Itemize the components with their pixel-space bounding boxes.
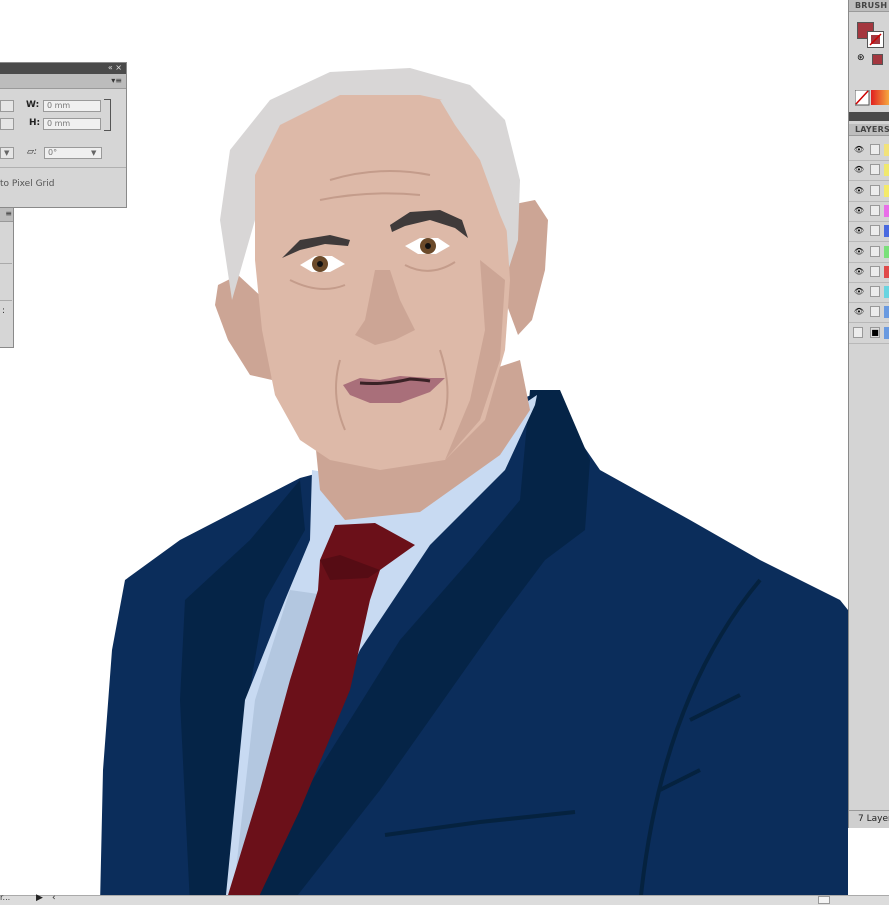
lock-toggle[interactable] bbox=[870, 306, 880, 318]
layer-color-chip bbox=[884, 306, 889, 319]
pupil-left bbox=[317, 261, 323, 267]
layer-row[interactable]: 👁 bbox=[849, 242, 889, 263]
layer-row[interactable]: 👁 bbox=[849, 221, 889, 243]
layer-row-locked[interactable]: ■ bbox=[849, 323, 889, 344]
layer-color-chip bbox=[884, 265, 889, 278]
layer-row[interactable]: 👁 bbox=[849, 282, 889, 304]
lock-toggle[interactable] bbox=[870, 204, 880, 216]
status-bar: r... ▶ ‹ bbox=[0, 893, 889, 905]
secondary-panel-colon: : bbox=[2, 306, 6, 316]
width-field[interactable]: 0 mm bbox=[43, 100, 101, 112]
rotate-dropdown-icon[interactable]: ▼ bbox=[4, 149, 9, 157]
visibility-eye-icon[interactable]: 👁 bbox=[853, 287, 865, 296]
divider bbox=[0, 300, 12, 301]
x-field[interactable] bbox=[0, 100, 14, 112]
right-dock: BRUSH ⊛ LAYERS 👁 👁 👁 👁 👁 👁 👁 👁 👁 ■ 7 Layers bbox=[848, 0, 889, 828]
color-swatch-small[interactable] bbox=[872, 54, 883, 65]
lock-icon[interactable]: ■ bbox=[870, 326, 880, 338]
secondary-panel-menu-icon[interactable]: ≡ bbox=[5, 208, 12, 220]
visibility-eye-icon[interactable]: 👁 bbox=[853, 186, 865, 195]
shear-icon: ▱: bbox=[27, 147, 37, 157]
tab-brushes[interactable]: BRUSH bbox=[849, 0, 889, 12]
layer-row[interactable]: 👁 bbox=[849, 160, 889, 182]
visibility-toggle[interactable] bbox=[853, 326, 863, 338]
panel-menu-icon[interactable]: ▾≡ bbox=[111, 74, 122, 88]
visibility-eye-icon[interactable]: 👁 bbox=[853, 145, 865, 154]
layer-color-chip bbox=[884, 184, 889, 197]
play-icon[interactable]: ▶ bbox=[36, 893, 43, 903]
layer-color-chip bbox=[884, 164, 889, 177]
height-label: H: bbox=[29, 118, 41, 128]
layer-color-chip bbox=[884, 286, 889, 299]
divider bbox=[0, 263, 12, 264]
constrain-proportions-icon[interactable] bbox=[104, 99, 111, 131]
gradient-none-icon[interactable] bbox=[855, 90, 889, 106]
visibility-eye-icon[interactable]: 👁 bbox=[853, 267, 865, 276]
transform-panel: « × ▾≡ W: 0 mm H: 0 mm ▼ ▱: 0° ▼ to Pixe… bbox=[0, 62, 127, 208]
visibility-eye-icon[interactable]: 👁 bbox=[853, 307, 865, 316]
artboard-illustration[interactable] bbox=[0, 0, 889, 905]
layer-row[interactable]: 👁 bbox=[849, 201, 889, 222]
y-field[interactable] bbox=[0, 118, 14, 130]
lock-toggle[interactable] bbox=[870, 144, 880, 155]
transform-panel-tabbar: ▾≡ bbox=[0, 74, 126, 89]
status-text: r... bbox=[0, 893, 11, 902]
scroll-thumb[interactable] bbox=[818, 896, 830, 904]
lock-toggle[interactable] bbox=[870, 225, 880, 237]
layers-count: 7 Layers bbox=[849, 810, 889, 828]
tab-layers[interactable]: LAYERS bbox=[849, 124, 889, 136]
layer-color-chip bbox=[884, 245, 889, 258]
layer-row[interactable]: 👁 bbox=[849, 302, 889, 324]
lock-toggle[interactable] bbox=[870, 265, 880, 277]
width-label: W: bbox=[26, 100, 40, 110]
visibility-eye-icon[interactable]: 👁 bbox=[853, 226, 865, 235]
visibility-eye-icon[interactable]: 👁 bbox=[853, 206, 865, 215]
dock-divider-bar bbox=[849, 112, 889, 121]
layer-color-chip bbox=[884, 144, 889, 156]
layer-row[interactable]: 👁 bbox=[849, 181, 889, 202]
pupil-right bbox=[425, 243, 431, 249]
layer-row[interactable]: 👁 bbox=[849, 262, 889, 283]
color-mode-icon[interactable]: ⊛ bbox=[857, 53, 865, 63]
secondary-panel: ≡ : bbox=[0, 207, 14, 348]
layer-color-chip bbox=[884, 204, 889, 217]
visibility-eye-icon[interactable]: 👁 bbox=[853, 165, 865, 174]
height-field[interactable]: 0 mm bbox=[43, 118, 101, 130]
transform-panel-titlebar[interactable]: « × bbox=[0, 63, 126, 74]
stroke-swatch[interactable] bbox=[867, 31, 884, 48]
visibility-eye-icon[interactable]: 👁 bbox=[853, 247, 865, 256]
align-pixel-grid-label[interactable]: to Pixel Grid bbox=[0, 179, 54, 189]
lock-toggle[interactable] bbox=[870, 245, 880, 257]
layer-color-chip bbox=[884, 326, 889, 339]
layer-row[interactable]: 👁 bbox=[849, 140, 889, 161]
secondary-panel-tabbar: ≡ bbox=[0, 208, 13, 222]
shear-dropdown-icon[interactable]: ▼ bbox=[91, 149, 96, 157]
lock-toggle[interactable] bbox=[870, 164, 880, 176]
collapse-close-icons[interactable]: « × bbox=[108, 62, 122, 74]
divider bbox=[0, 167, 126, 168]
layer-color-chip bbox=[884, 225, 889, 238]
stroke-none-icon bbox=[869, 33, 882, 46]
lock-toggle[interactable] bbox=[870, 184, 880, 196]
scroll-left-icon[interactable]: ‹ bbox=[52, 893, 56, 903]
lock-toggle[interactable] bbox=[870, 286, 880, 298]
